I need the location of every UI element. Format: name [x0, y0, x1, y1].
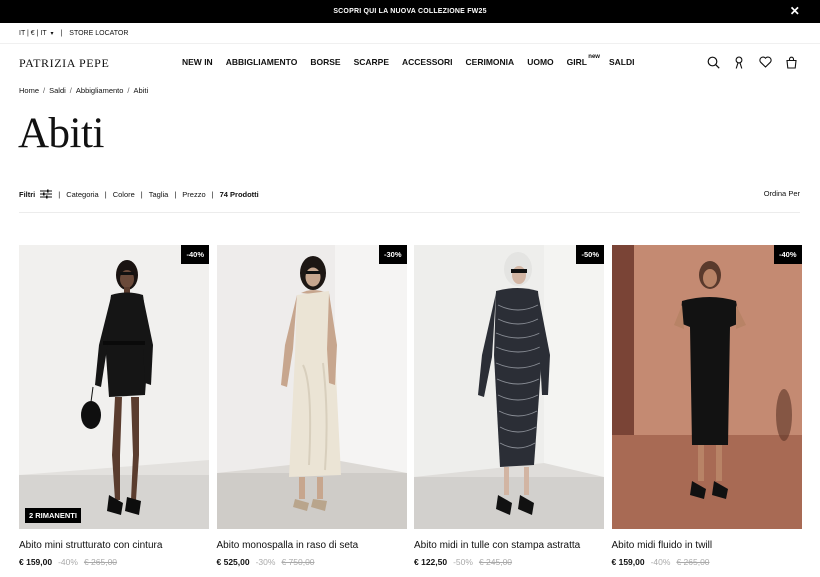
- discount-badge: -50%: [576, 245, 604, 264]
- divider: |: [60, 29, 63, 37]
- sale-price: € 122,50: [414, 557, 448, 567]
- discount-percent: -40%: [650, 557, 671, 567]
- product-price: € 159,00 -40% € 265,00: [19, 557, 209, 567]
- original-price: € 265,00: [676, 557, 710, 567]
- breadcrumb-abbigliamento[interactable]: Abbigliamento: [76, 86, 124, 95]
- filters-button[interactable]: Filtri: [19, 189, 53, 199]
- search-icon[interactable]: [706, 55, 720, 69]
- discount-percent: -30%: [255, 557, 276, 567]
- product-name[interactable]: Abito mini strutturato con cintura: [19, 540, 209, 552]
- nav-item-accessori[interactable]: ACCESSORI: [402, 57, 453, 67]
- discount-badge: -40%: [773, 245, 802, 264]
- product-name[interactable]: Abito monospalla in raso di seta: [217, 540, 407, 552]
- header-actions: [694, 55, 798, 69]
- divider: |: [58, 189, 61, 199]
- nav-item-girl[interactable]: GIRL new: [566, 54, 600, 67]
- product-image[interactable]: -40% 2 RIMANENTI: [19, 245, 209, 529]
- original-price: € 245,00: [478, 557, 513, 567]
- new-badge: new: [588, 54, 600, 60]
- utility-bar: IT | € | IT ▾ | STORE LOCATOR: [19, 27, 128, 39]
- filter-divider: [19, 212, 800, 213]
- breadcrumb-saldi[interactable]: Saldi: [49, 86, 66, 95]
- sort-dropdown[interactable]: Ordina Per: [764, 189, 800, 198]
- nav-item-borse[interactable]: BORSE: [310, 57, 340, 67]
- wishlist-heart-icon[interactable]: [758, 55, 772, 69]
- divider: |: [140, 189, 143, 199]
- promo-bar[interactable]: SCOPRI QUI LA NUOVA COLLEZIONE FW25 ✕: [0, 0, 820, 23]
- sale-price: € 525,00: [216, 557, 250, 567]
- original-price: € 265,00: [83, 557, 118, 567]
- breadcrumb: Home / Saldi / Abbigliamento / Abiti: [19, 86, 148, 95]
- nav-item-scarpe[interactable]: SCARPE: [354, 57, 389, 67]
- product-name[interactable]: Abito midi in tulle con stampa astratta: [414, 540, 604, 552]
- main-nav: NEW IN ABBIGLIAMENTO BORSE SCARPE ACCESS…: [182, 54, 647, 67]
- product-price: € 159,00 -40% € 265,00: [612, 557, 802, 567]
- breadcrumb-separator: /: [127, 86, 130, 95]
- product-image[interactable]: -40%: [611, 245, 802, 529]
- product-name[interactable]: Abito midi fluido in twill: [612, 540, 802, 552]
- divider: |: [211, 189, 214, 199]
- filter-categoria[interactable]: Categoria: [66, 190, 99, 199]
- nav-item-uomo[interactable]: UOMO: [527, 57, 553, 67]
- product-grid: -40% 2 RIMANENTI Abito mini strutturato …: [19, 245, 802, 567]
- breadcrumb-home[interactable]: Home: [19, 86, 39, 95]
- divider: |: [104, 189, 107, 199]
- chevron-down-icon: ▾: [50, 30, 54, 37]
- brand-logo[interactable]: PATRIZIA PEPE: [19, 56, 109, 71]
- store-locator-link[interactable]: STORE LOCATOR: [69, 30, 128, 37]
- discount-percent: -50%: [453, 557, 473, 567]
- discount-badge: -30%: [378, 245, 407, 264]
- locale-label: IT | € | IT: [19, 29, 47, 37]
- original-price: € 750,00: [281, 557, 315, 567]
- nav-item-girl-label: GIRL: [566, 57, 587, 67]
- sale-price: € 159,00: [611, 557, 645, 567]
- discount-percent: -40%: [58, 557, 78, 567]
- sale-price: € 159,00: [19, 557, 53, 567]
- close-icon[interactable]: ✕: [790, 4, 800, 18]
- product-image[interactable]: -30%: [216, 245, 407, 529]
- product-card[interactable]: -40% Abito midi fluido in twill € 159,00…: [611, 245, 802, 567]
- divider: |: [174, 189, 177, 199]
- filter-prezzo[interactable]: Prezzo: [182, 190, 205, 199]
- product-price: € 122,50 -50% € 245,00: [414, 557, 604, 567]
- discount-badge: -40%: [181, 245, 209, 264]
- filters-label: Filtri: [19, 189, 36, 199]
- filter-sliders-icon: [40, 189, 53, 199]
- breadcrumb-separator: /: [43, 86, 46, 95]
- nav-item-abbigliamento[interactable]: ABBIGLIAMENTO: [226, 57, 298, 67]
- account-icon[interactable]: [732, 55, 746, 69]
- product-card[interactable]: -30% Abito monospalla in raso di seta € …: [216, 245, 407, 567]
- product-card[interactable]: -50% Abito midi in tulle con stampa astr…: [414, 245, 604, 567]
- page-title: Abiti: [18, 110, 104, 157]
- breadcrumb-abiti: Abiti: [133, 86, 149, 95]
- breadcrumb-separator: /: [69, 86, 72, 95]
- filter-taglia[interactable]: Taglia: [149, 190, 169, 199]
- product-count: 74 Prodotti: [219, 189, 259, 199]
- header-divider: [0, 43, 820, 44]
- filter-bar: Filtri | Categoria | Colore | Taglia | P…: [19, 189, 259, 199]
- product-price: € 525,00 -30% € 750,00: [217, 557, 407, 567]
- locale-selector[interactable]: IT | € | IT ▾: [19, 30, 53, 37]
- promo-text[interactable]: SCOPRI QUI LA NUOVA COLLEZIONE FW25: [333, 8, 486, 15]
- product-card[interactable]: -40% 2 RIMANENTI Abito mini strutturato …: [19, 245, 209, 567]
- product-image[interactable]: -50%: [414, 245, 604, 529]
- nav-item-saldi[interactable]: SALDI: [609, 57, 635, 67]
- stock-badge: 2 RIMANENTI: [25, 508, 81, 523]
- nav-item-new-in[interactable]: NEW IN: [182, 57, 213, 67]
- nav-item-cerimonia[interactable]: CERIMONIA: [466, 57, 515, 67]
- filter-colore[interactable]: Colore: [113, 190, 135, 199]
- cart-bag-icon[interactable]: [784, 55, 798, 69]
